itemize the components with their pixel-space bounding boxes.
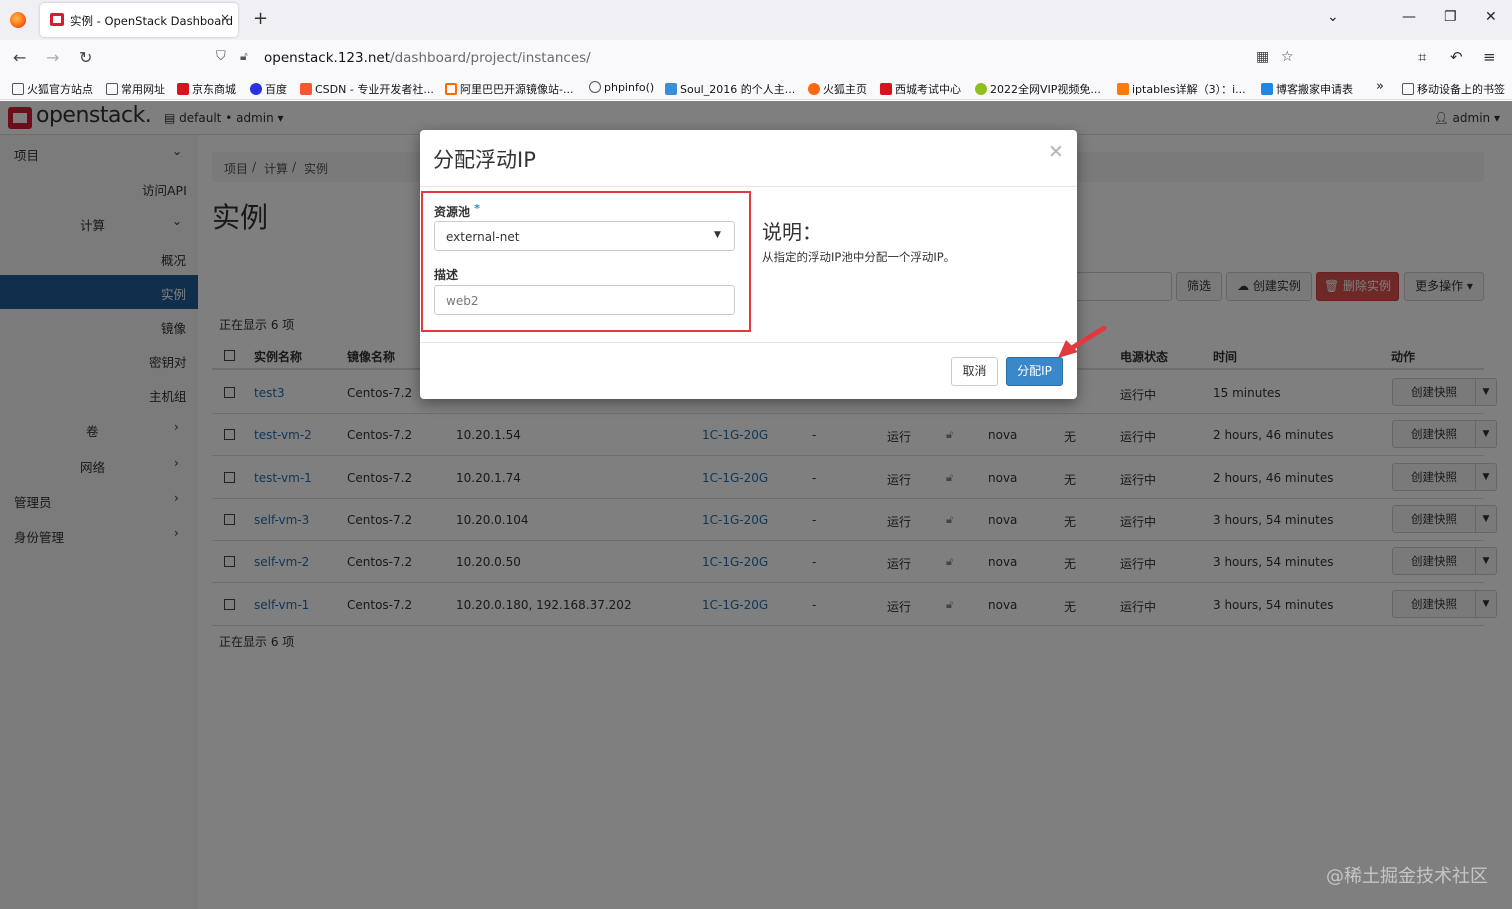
undo-arrow-icon[interactable]: ↶ (1450, 48, 1463, 66)
tab-list-chevron-icon[interactable]: ⌄ (1327, 9, 1339, 25)
minimize-icon[interactable]: — (1402, 9, 1416, 25)
browser-tab-active[interactable]: 实例 - OpenStack Dashboard × (40, 3, 238, 37)
globe-icon (589, 81, 601, 93)
csdn-logo-icon (300, 83, 312, 95)
insecure-lock-icon[interactable]: 🔓︎ (240, 49, 248, 64)
watermark: @稀土掘金技术社区 (1326, 866, 1488, 887)
qr-code-icon[interactable]: ▦ (1256, 49, 1269, 65)
bookmarks-bar: 火狐官方站点 常用网址 京东商城 百度 CSDN - 专业开发者社... 阿里巴… (0, 76, 1512, 100)
baidu-logo-icon (250, 83, 262, 95)
window-close-icon[interactable]: ✕ (1485, 9, 1497, 25)
cancel-button[interactable]: 取消 (951, 357, 998, 386)
blog-logo-icon (665, 83, 677, 95)
firefox-logo-icon (808, 83, 820, 95)
blog-move-icon (1261, 83, 1273, 95)
bookmark-item[interactable]: 火狐主页 (808, 81, 867, 97)
forward-arrow-icon[interactable]: → (46, 48, 59, 67)
bookmark-item[interactable]: phpinfo() (589, 81, 654, 94)
bookmark-item[interactable]: 常用网址 (106, 81, 165, 97)
modal-title: 分配浮动IP (433, 148, 536, 172)
bookmark-item[interactable]: 京东商城 (177, 81, 236, 97)
new-tab-button[interactable]: + (253, 8, 268, 29)
shield-icon[interactable]: ⛉ (216, 49, 226, 64)
browser-nav-bar: ← → ↻ ⛉ 🔓︎ openstack.123.net/dashboard/p… (0, 40, 1512, 76)
bookmark-item[interactable]: 博客搬家申请表 (1261, 81, 1353, 97)
reload-icon[interactable]: ↻ (79, 48, 92, 67)
help-text: 从指定的浮动IP池中分配一个浮动IP。 (762, 250, 956, 264)
firefox-logo-icon[interactable] (10, 12, 26, 28)
exam-logo-icon (880, 83, 892, 95)
bookmark-item[interactable]: 西城考试中心 (880, 81, 961, 97)
modal-header: 分配浮动IP × (420, 130, 1077, 187)
bookmark-item[interactable]: iptables详解（3）：i... (1117, 81, 1246, 97)
openstack-favicon-icon (50, 13, 64, 26)
pool-select-value: external-net (446, 230, 520, 244)
address-bar[interactable]: ⛉ 🔓︎ openstack.123.net/dashboard/project… (206, 44, 1306, 72)
allocate-floating-ip-modal: 分配浮动IP × 资源池 * external-net ▼ 描述 web2 说明… (420, 130, 1077, 399)
maximize-icon[interactable]: ❐ (1444, 9, 1457, 25)
modal-footer: 取消 分配IP (420, 342, 1077, 399)
bookmark-item[interactable]: Soul_2016 的个人主... (665, 81, 795, 97)
bookmark-item[interactable]: 阿里巴巴开源镜像站-... (445, 81, 573, 97)
tab-title: 实例 - OpenStack Dashboard (70, 14, 234, 28)
bookmark-item[interactable]: 2022全网VIP视频免... (975, 81, 1101, 97)
description-input[interactable]: web2 (434, 285, 735, 315)
jd-logo-icon (177, 83, 189, 95)
blog-logo-icon (1117, 83, 1129, 95)
help-title: 说明： (762, 220, 822, 244)
bookmark-item[interactable]: CSDN - 专业开发者社... (300, 81, 434, 97)
back-arrow-icon[interactable]: ← (13, 48, 26, 67)
aliyun-logo-icon (445, 83, 457, 95)
folder-icon (12, 83, 24, 95)
app-menu-icon[interactable]: ≡ (1483, 48, 1496, 66)
tab-close-icon[interactable]: × (220, 11, 230, 25)
browser-tab-bar: 实例 - OpenStack Dashboard × + ⌄ — ❐ ✕ (0, 0, 1512, 40)
screenshot-crop-icon[interactable]: ⌗ (1418, 48, 1426, 66)
bookmark-item[interactable]: 百度 (250, 81, 287, 97)
bookmarks-overflow-icon[interactable]: » (1376, 79, 1384, 94)
caret-down-icon: ▼ (714, 230, 721, 240)
description-label: 描述 (434, 268, 459, 282)
bookmark-item[interactable]: 火狐官方站点 (12, 81, 93, 97)
mobile-device-icon (1402, 83, 1414, 95)
bookmark-item[interactable]: 移动设备上的书签 (1402, 81, 1505, 97)
annotation-arrow-icon (1058, 325, 1107, 358)
url-text[interactable]: openstack.123.net/dashboard/project/inst… (264, 50, 591, 66)
pool-select[interactable]: external-net ▼ (434, 221, 735, 251)
description-input-value: web2 (446, 294, 479, 308)
pool-label: 资源池 * (434, 202, 480, 219)
folder-icon (106, 83, 118, 95)
close-icon[interactable]: × (1048, 140, 1064, 162)
required-mark: * (474, 202, 480, 215)
video-logo-icon (975, 83, 987, 95)
bookmark-star-icon[interactable]: ☆ (1281, 49, 1294, 65)
